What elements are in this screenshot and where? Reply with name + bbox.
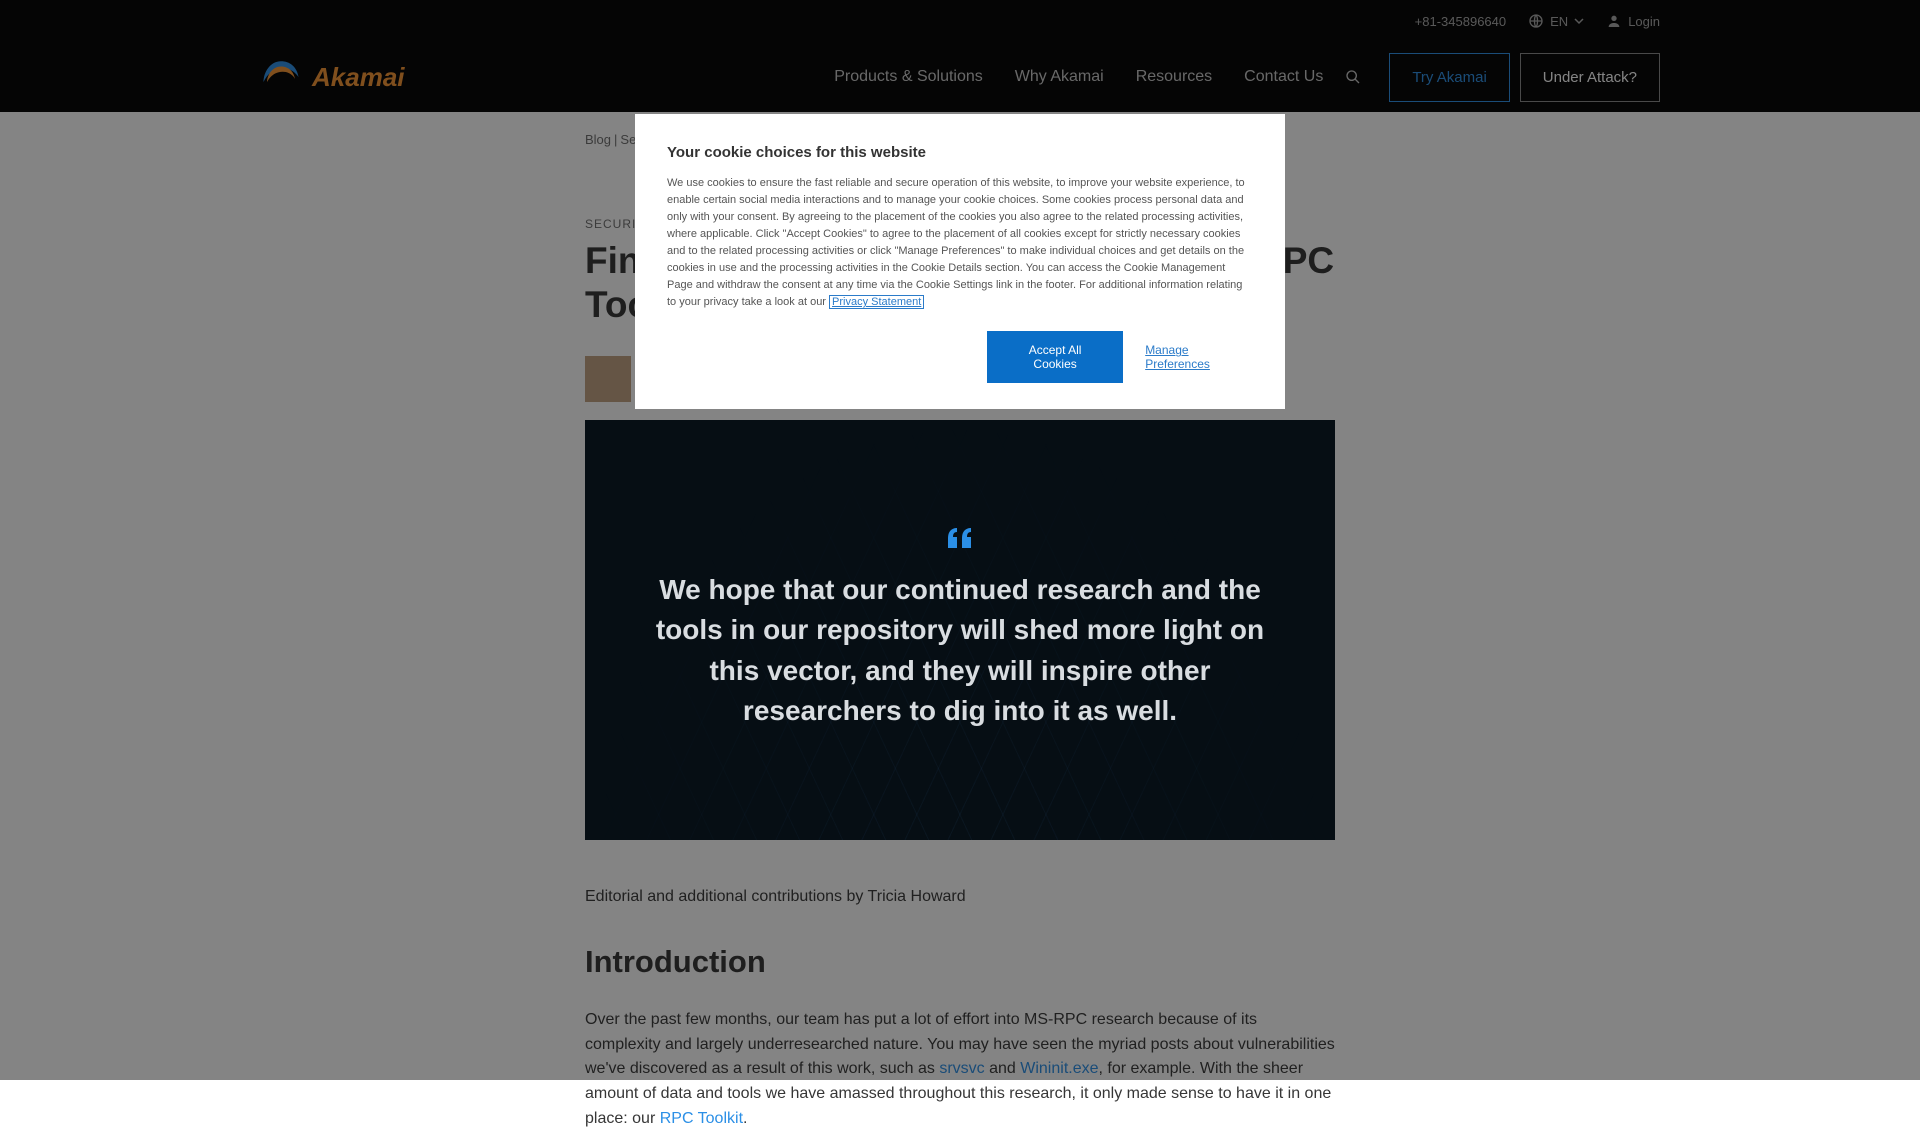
cookie-dialog: Your cookie choices for this website We … <box>635 114 1285 409</box>
dialog-body: We use cookies to ensure the fast reliab… <box>667 175 1253 311</box>
link-rpc-toolkit[interactable]: RPC Toolkit <box>660 1110 743 1127</box>
dialog-actions: Accept All Cookies Manage Preferences <box>667 331 1253 383</box>
dialog-heading: Your cookie choices for this website <box>667 144 1253 161</box>
privacy-statement-link[interactable]: Privacy Statement <box>829 295 924 309</box>
accept-cookies-button[interactable]: Accept All Cookies <box>987 331 1123 383</box>
manage-preferences-link[interactable]: Manage Preferences <box>1145 343 1253 371</box>
hero-quote-text: We hope that our continued research and … <box>645 570 1275 732</box>
quote-icon <box>948 528 972 548</box>
